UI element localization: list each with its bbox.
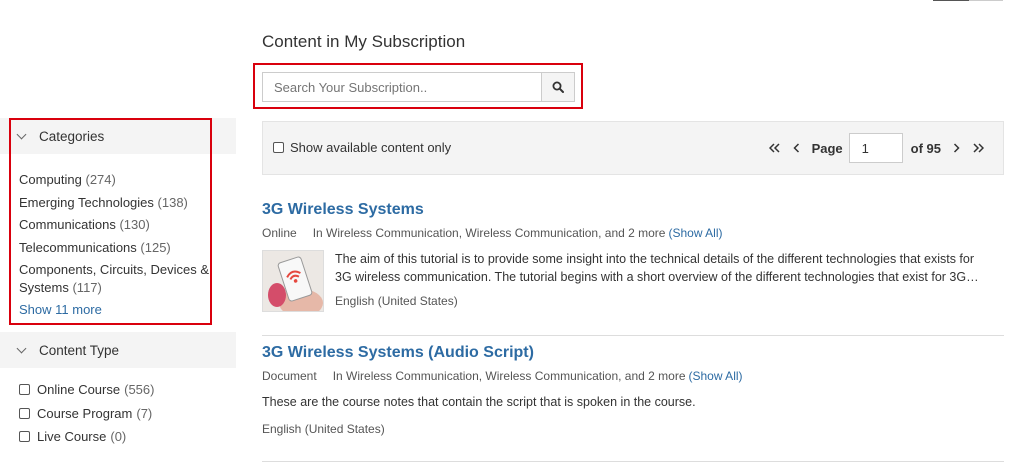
search-icon (552, 81, 564, 93)
category-label: Communications (19, 217, 116, 232)
result-meta: Document In Wireless Communication, Wire… (262, 369, 1004, 383)
category-count: (138) (157, 194, 188, 210)
double-chevron-left-icon (768, 143, 780, 153)
result-text: The aim of this tutorial is to provide s… (335, 250, 1000, 312)
page-title: Content in My Subscription (262, 32, 466, 51)
category-label: Computing (19, 172, 82, 187)
result-meta: Online In Wireless Communication, Wirele… (262, 226, 1004, 240)
category-count: (125) (140, 239, 171, 255)
phone-wifi-image (263, 251, 323, 311)
show-more-categories-link[interactable]: Show 11 more (19, 299, 236, 321)
category-item-computing[interactable]: Computing (274) (19, 169, 236, 192)
result-title-link[interactable]: 3G Wireless Systems (Audio Script) (262, 344, 1004, 362)
content-type-label: Online Course (37, 382, 121, 398)
content-type-list: Online Course (556) Course Program (7) L… (0, 368, 236, 449)
show-available-label: Show available content only (290, 140, 452, 155)
first-page-button[interactable] (764, 131, 786, 165)
category-label: Telecommunications (19, 239, 137, 255)
chevron-down-icon (16, 129, 27, 139)
last-page-button[interactable] (967, 131, 989, 165)
result-description-line: The aim of this tutorial is to provide s… (335, 252, 975, 266)
live-course-checkbox[interactable] (19, 431, 30, 443)
result-description: These are the course notes that contain … (262, 395, 696, 409)
chevron-down-icon (16, 343, 27, 353)
result-description-line: 3G wireless communication. The tutorial … (335, 270, 979, 284)
content-type-header-label: Content Type (39, 342, 120, 358)
result-description: The aim of this tutorial is to provide s… (335, 250, 1000, 286)
category-label: Emerging Technologies (19, 194, 154, 210)
content-type-label: Course Program (37, 405, 133, 421)
result-language: English (United States) (262, 422, 385, 436)
category-item-communications[interactable]: Communications (130) (19, 214, 236, 237)
result-divider (262, 461, 1004, 462)
search-input[interactable] (262, 72, 542, 102)
category-item-telecommunications[interactable]: Telecommunications (125) (19, 237, 236, 260)
content-type-label: Live Course (37, 429, 107, 445)
next-page-button[interactable] (945, 131, 967, 165)
content-type-option-course-program[interactable]: Course Program (7) (19, 402, 236, 426)
category-count: (274) (85, 172, 116, 187)
content-type-option-live-course[interactable]: Live Course (0) (19, 425, 236, 449)
course-program-checkbox[interactable] (19, 407, 30, 419)
result-categories: In Wireless Communication, Wireless Comm… (332, 369, 686, 383)
double-chevron-right-icon (973, 143, 984, 153)
category-item-components-circuits[interactable]: Components, Circuits, Devices & Systems … (19, 261, 219, 297)
categories-header-label: Categories (39, 128, 105, 144)
content-type-facet-header[interactable]: Content Type (0, 332, 236, 368)
chevron-right-icon (953, 143, 960, 153)
pagination: Page of 95 (764, 131, 989, 165)
online-course-checkbox[interactable] (19, 384, 30, 396)
categories-facet-header[interactable]: Categories (0, 118, 236, 154)
result-title-link[interactable]: 3G Wireless Systems (262, 201, 1004, 219)
result-language: English (United States) (335, 294, 458, 308)
result-body: The aim of this tutorial is to provide s… (262, 250, 1004, 312)
show-available-toggle[interactable]: Show available content only (273, 140, 451, 155)
content-type-count: (7) (136, 405, 153, 421)
show-available-checkbox[interactable] (273, 142, 284, 153)
categories-list: Computing (274) Emerging Technologies (1… (0, 154, 236, 321)
category-item-emerging-technologies[interactable]: Emerging Technologies (138) (19, 192, 236, 215)
result-item: 3G Wireless Systems (Audio Script) Docum… (262, 344, 1004, 436)
result-divider (262, 335, 1004, 336)
page-label: Page (811, 140, 843, 156)
result-thumbnail[interactable] (262, 250, 324, 312)
content-type-count: (0) (110, 429, 127, 445)
result-item: 3G Wireless Systems Online In Wireless C… (262, 201, 1004, 312)
page-number-input[interactable] (848, 133, 903, 163)
category-count: (117) (72, 280, 102, 295)
result-type: Document (262, 369, 317, 383)
results-toolbar: Show available content only Page of 95 (262, 121, 1004, 175)
page-total-label: of 95 (910, 140, 941, 156)
content-type-facet: Content Type Online Course (556) Course … (0, 332, 236, 449)
previous-page-button[interactable] (786, 131, 808, 165)
category-count: (130) (119, 217, 150, 232)
show-all-link[interactable]: (Show All) (668, 226, 722, 240)
category-label: Components, Circuits, Devices & Systems (19, 262, 210, 295)
show-all-link[interactable]: (Show All) (689, 369, 743, 383)
content-type-count: (556) (124, 382, 155, 398)
top-tab-indicator (933, 0, 1003, 1)
result-type: Online (262, 226, 297, 240)
chevron-left-icon (793, 143, 800, 153)
search-button[interactable] (541, 72, 575, 102)
result-categories: In Wireless Communication, Wireless Comm… (312, 226, 666, 240)
sidebar: Categories Computing (274) Emerging Tech… (0, 118, 236, 321)
content-type-option-online-course[interactable]: Online Course (556) (19, 378, 236, 402)
